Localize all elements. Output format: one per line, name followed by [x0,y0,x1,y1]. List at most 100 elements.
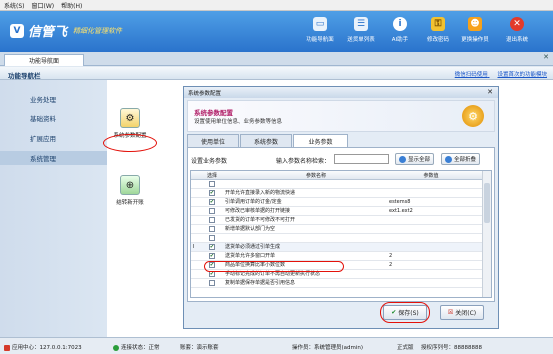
sidebar-item-business[interactable]: 业务处理 [0,92,107,106]
tab-function-nav[interactable]: 功能导航面 [4,54,84,66]
search-row: 设置业务参数 输入参数名称检索： 显示全部 全部折叠 [191,153,491,166]
row-param-value[interactable] [389,234,479,242]
search-label: 输入参数名称检索： [276,158,331,165]
params-grid: 选择 参数名称 参数值 ✔ 开单允许直接录入新的物流快递 ✔ 引单调用订单的订金/定金… [190,170,492,298]
ai-assistant-button[interactable]: i AI助手 [380,15,420,49]
nav-title: 功能导航栏 [8,72,41,80]
table-row[interactable] [191,234,483,243]
scrollbar-thumb[interactable] [484,183,490,223]
row-marker [193,216,201,224]
row-param-value[interactable] [389,180,479,188]
show-icon [399,155,406,163]
sidebar-item-extensions[interactable]: 扩展应用 [0,131,107,145]
db-gear-icon: ⚙ [120,108,140,128]
grid-header: 选择 参数名称 参数值 [191,171,483,180]
table-row[interactable]: 新增单据默认部门为空 [191,225,483,234]
delivery-list-button[interactable]: ☰ 送货单列表 [341,15,381,49]
row-select-cell [209,207,217,215]
row-checkbox[interactable] [209,180,215,187]
param-search-input[interactable] [334,154,389,164]
row-param-value[interactable]: estems8 [389,198,479,206]
row-param-value[interactable] [389,189,479,197]
dialog-close-icon[interactable]: ✕ [487,88,493,96]
row-param-value[interactable]: 2 [389,261,479,269]
row-param-value[interactable] [389,216,479,224]
ai-assistant-label: AI助手 [391,37,409,43]
table-row[interactable]: 可修改已审核单据的打开链接 ext1.ext2 [191,207,483,216]
row-select-cell: ✔ [209,243,217,251]
operator-status: 操作员：系统管理员(admin) [292,345,364,351]
col-param-value: 参数值 [423,172,439,179]
set-params-label: 设置业务参数 [191,158,228,165]
close-button[interactable]: ☒ 关闭(C) [440,305,484,320]
row-select-cell [209,216,217,224]
collapse-all-label: 全部折叠 [454,157,477,163]
row-param-value[interactable] [389,270,479,278]
row-param-name: 送货单允许多窗口开单 [225,253,276,260]
row-checkbox[interactable] [209,216,215,223]
collapse-icon [445,155,452,163]
show-all-button[interactable]: 显示全部 [395,153,435,165]
row-checkbox[interactable] [209,234,215,241]
dialog-header: 系统参数配置 设置使用单位信息、业务参数等信息 ⚙ [187,100,495,132]
row-marker [193,198,201,206]
row-checkbox[interactable]: ✔ [209,189,215,196]
carry-forward-function[interactable]: ⊕ 结转新开账 [107,175,153,206]
table-row[interactable]: 已发货的订单不可修改不可打开 [191,216,483,225]
row-param-name: 已发货的订单不可修改不可打开 [225,217,296,224]
carry-forward-label: 结转新开账 [116,200,144,206]
row-marker [193,207,201,215]
set-first-module-link[interactable]: 设置首次的功能模块 [497,72,547,78]
dialog-titlebar: 系统参数配置 ✕ [184,87,498,98]
row-marker [193,234,201,242]
sidebar-item-system-management[interactable]: 系统管理 [0,151,107,165]
table-row[interactable]: ✔ 送货单允许多窗口开单 2 [191,252,483,261]
exit-system-button[interactable]: ✕ 退出系统 [497,15,537,49]
tab-close-icon[interactable]: ✕ [543,53,549,61]
grid-scrollbar[interactable] [482,171,491,297]
wechat-scan-link[interactable]: 微信扫码使用 [455,72,488,78]
row-param-name: 引单调用订单的订金/定金 [225,199,282,206]
save-highlight [380,302,430,323]
highlight-row-oval [204,261,344,272]
row-param-value[interactable] [389,243,479,251]
collapse-all-button[interactable]: 全部折叠 [441,153,481,165]
row-checkbox[interactable] [209,225,215,232]
row-checkbox[interactable] [209,207,215,214]
top-banner: V 信管飞 精细化管理软件 ▭ 功能导航面 ☰ 送货单列表 i AI助手 ⚿ 修… [0,11,553,52]
monitor-icon: ▭ [313,17,327,31]
row-param-value[interactable]: ext1.ext2 [389,207,479,215]
tab-usage-unit[interactable]: 使用单位 [187,134,239,147]
menu-help[interactable]: 帮助(H) [61,1,82,10]
row-marker [193,261,201,269]
change-password-button[interactable]: ⚿ 修改密码 [418,15,458,49]
row-param-name: 送货单必须通过引单生成 [225,244,281,251]
tab-system-params[interactable]: 系统参数 [240,134,292,147]
row-checkbox[interactable]: ✔ [209,243,215,250]
table-row[interactable]: ✔ 引单调用订单的订金/定金 estems8 [191,198,483,207]
switch-operator-label: 更换操作员 [461,37,489,43]
table-row[interactable]: ✔ 开单允许直接录入新的物流快递 [191,189,483,198]
connection-text: 连接状态：正常 [121,345,160,351]
menu-system[interactable]: 系统(S) [4,1,25,10]
row-checkbox[interactable] [209,279,215,286]
row-checkbox[interactable]: ✔ [209,252,215,259]
table-row[interactable]: I ✔ 送货单必须通过引单生成 [191,243,483,252]
row-param-value[interactable]: 2 [389,252,479,260]
sidebar-item-basic-data[interactable]: 基础资料 [0,111,107,125]
row-checkbox[interactable]: ✔ [209,198,215,205]
menu-window[interactable]: 窗口(W) [32,1,55,10]
table-row[interactable]: 复制单据保存单据是否引用信息 [191,279,483,288]
nav-links: 微信扫码使用 设置首次的功能模块 [447,70,547,78]
switch-operator-button[interactable]: ☻ 更换操作员 [455,15,495,49]
info-icon: i [393,17,407,31]
row-param-value[interactable] [389,279,479,287]
tab-business-params[interactable]: 业务参数 [293,134,348,148]
dialog-header-title: 系统参数配置 [194,109,233,117]
nav-panel-button[interactable]: ▭ 功能导航面 [300,15,340,49]
license-status: 授权序列号：88888888 [421,345,482,351]
highlight-circle [103,134,157,152]
table-row[interactable] [191,180,483,189]
row-param-value[interactable] [389,225,479,233]
row-param-name: 可修改已审核单据的打开链接 [225,208,291,215]
